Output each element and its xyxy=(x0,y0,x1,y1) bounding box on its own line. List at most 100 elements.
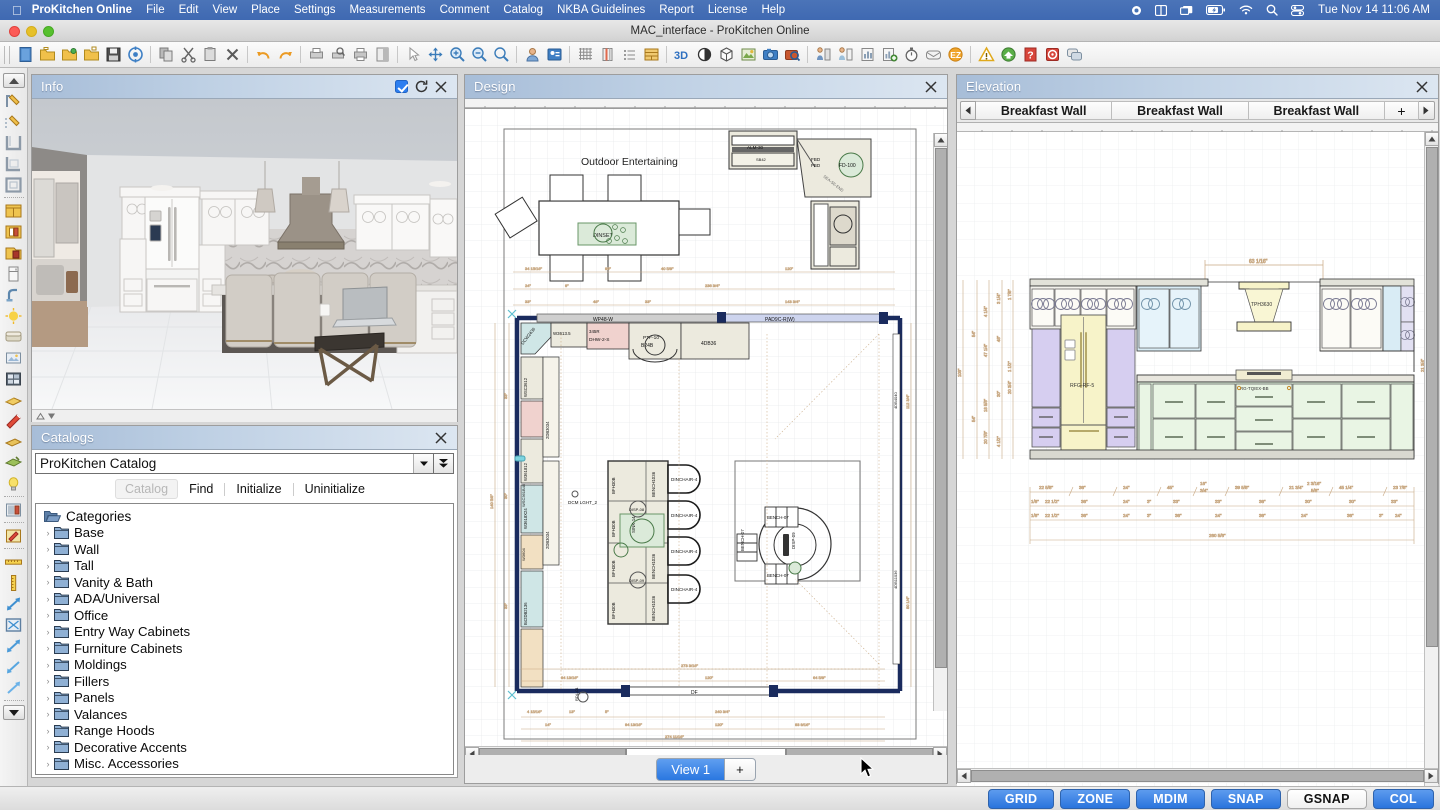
menu-item-catalog[interactable]: Catalog xyxy=(503,4,543,16)
shading-icon[interactable] xyxy=(693,44,715,66)
menu-item-place[interactable]: Place xyxy=(251,4,280,16)
elevation-tab-2[interactable]: Breakfast Wall xyxy=(1112,101,1248,120)
render-icon[interactable] xyxy=(737,44,759,66)
chevron-right-icon[interactable]: › xyxy=(42,561,54,571)
status-button-mdim[interactable]: MDIM xyxy=(1136,789,1205,809)
chevron-down-icon[interactable] xyxy=(413,454,433,473)
menu-app-name[interactable]: ProKitchen Online xyxy=(32,4,132,16)
tree-item[interactable]: ›Fillers xyxy=(42,673,453,690)
cabinet-wall-icon[interactable] xyxy=(2,221,26,242)
status-button-col[interactable]: COL xyxy=(1373,789,1434,809)
paste-icon[interactable] xyxy=(199,44,221,66)
elevation-hscroll-track[interactable] xyxy=(971,770,1424,782)
save-icon[interactable] xyxy=(102,44,124,66)
elevation-add-tab-button[interactable]: + xyxy=(1385,101,1419,120)
cabinet-base-icon[interactable] xyxy=(2,200,26,221)
tree-item[interactable]: ›Base xyxy=(42,525,453,542)
menu-item-nkba-guidelines[interactable]: NKBA Guidelines xyxy=(557,4,645,16)
timer-icon[interactable] xyxy=(900,44,922,66)
copy-icon[interactable] xyxy=(155,44,177,66)
chevron-right-icon[interactable]: › xyxy=(42,726,54,736)
info-auto-update-checkbox[interactable] xyxy=(391,77,411,97)
chevron-right-icon[interactable]: › xyxy=(42,742,54,752)
chevron-right-icon[interactable]: › xyxy=(42,528,54,538)
elevation-scroll-left-button[interactable] xyxy=(957,769,971,783)
pan-move-icon[interactable] xyxy=(424,44,446,66)
elevation-person2-icon[interactable] xyxy=(834,44,856,66)
zoom-window-icon[interactable] xyxy=(490,44,512,66)
design-vertical-scrollbar[interactable] xyxy=(933,133,947,711)
target-red-icon[interactable] xyxy=(1041,44,1063,66)
faucet-icon[interactable] xyxy=(2,284,26,305)
elevation-scroll-up-button[interactable] xyxy=(1425,132,1439,146)
menu-item-comment[interactable]: Comment xyxy=(440,4,490,16)
chevron-right-icon[interactable]: › xyxy=(42,643,54,653)
room-square-icon[interactable] xyxy=(2,174,26,195)
email-icon[interactable] xyxy=(922,44,944,66)
customer-card-icon[interactable] xyxy=(543,44,565,66)
status-button-gsnap[interactable]: GSNAP xyxy=(1287,789,1367,809)
tree-item[interactable]: ›ADA/Universal xyxy=(42,591,453,608)
chevron-right-icon[interactable]: › xyxy=(42,544,54,554)
tree-item[interactable]: ›Entry Way Cabinets xyxy=(42,624,453,641)
print-icon[interactable] xyxy=(349,44,371,66)
menu-item-edit[interactable]: Edit xyxy=(179,4,199,16)
undo-icon[interactable] xyxy=(252,44,274,66)
minimize-window-button[interactable] xyxy=(26,26,37,37)
elevation-drawing-canvas[interactable]: 63 1/16" xyxy=(957,132,1438,787)
tab-initialize[interactable]: Initialize xyxy=(227,480,290,498)
light-icon[interactable] xyxy=(2,305,26,326)
door-icon[interactable] xyxy=(2,499,26,520)
tab-catalog[interactable]: Catalog xyxy=(115,479,178,499)
3d-view-icon[interactable]: 3D xyxy=(671,44,693,66)
tree-item[interactable]: ›Office xyxy=(42,607,453,624)
wall-icon[interactable] xyxy=(596,44,618,66)
chevron-right-icon[interactable]: › xyxy=(42,709,54,719)
page-setup-icon[interactable] xyxy=(371,44,393,66)
elevation-panel-close-icon[interactable] xyxy=(1412,77,1432,97)
status-button-grid[interactable]: GRID xyxy=(988,789,1054,809)
design-scroll-thumb[interactable] xyxy=(935,148,947,668)
lightbulb-icon[interactable] xyxy=(2,473,26,494)
status-button-snap[interactable]: SNAP xyxy=(1211,789,1281,809)
elevation-horizontal-scrollbar[interactable] xyxy=(957,768,1438,783)
menu-item-file[interactable]: File xyxy=(146,4,165,16)
palette-scroll-down-button[interactable] xyxy=(3,705,25,720)
window-icon[interactable] xyxy=(2,368,26,389)
cabinet-icon[interactable] xyxy=(640,44,662,66)
zoom-in-icon[interactable] xyxy=(446,44,468,66)
menu-item-help[interactable]: Help xyxy=(761,4,785,16)
catalog-select[interactable]: ProKitchen Catalog xyxy=(35,453,454,474)
catalog-category-tree[interactable]: Categories ›Base›Wall›Tall›Vanity & Bath… xyxy=(35,503,454,775)
palette-scroll-up-button[interactable] xyxy=(3,73,25,88)
tree-root-categories[interactable]: Categories xyxy=(42,508,453,525)
wifi-icon[interactable] xyxy=(1239,5,1253,16)
furniture-sofa-icon[interactable] xyxy=(2,326,26,347)
refresh-icon[interactable] xyxy=(411,77,431,97)
dimension-arrow-icon[interactable] xyxy=(2,593,26,614)
elevation-next-tab-button[interactable] xyxy=(1419,101,1435,120)
room-u-icon[interactable] xyxy=(2,132,26,153)
design-panel-close-icon[interactable] xyxy=(921,77,941,97)
ez-icon[interactable]: EZ xyxy=(944,44,966,66)
battery-charging-icon[interactable] xyxy=(1206,5,1226,15)
tree-item[interactable]: ›Furniture Cabinets xyxy=(42,640,453,657)
appliance-fridge-icon[interactable] xyxy=(2,263,26,284)
search-icon[interactable] xyxy=(1266,4,1278,16)
apple-logo-icon[interactable]:  xyxy=(6,4,32,17)
measure-icon[interactable] xyxy=(2,572,26,593)
design-floorplan-canvas[interactable]: Outdoor Entertaining DINSET xyxy=(465,108,947,748)
tree-item[interactable]: ›Wall xyxy=(42,541,453,558)
tree-item[interactable]: ›Vanity & Bath xyxy=(42,574,453,591)
chevron-right-icon[interactable]: › xyxy=(42,610,54,620)
countertop-icon[interactable] xyxy=(2,431,26,452)
elevation-prev-tab-button[interactable] xyxy=(960,101,976,120)
menu-clock[interactable]: Tue Nov 14 11:06 AM xyxy=(1318,4,1430,16)
tree-item[interactable]: ›Panels xyxy=(42,690,453,707)
save-as-folder-icon[interactable] xyxy=(80,44,102,66)
tree-item[interactable]: ›Valances xyxy=(42,706,453,723)
soffit-icon[interactable] xyxy=(2,452,26,473)
maximize-window-button[interactable] xyxy=(43,26,54,37)
ruler-icon[interactable] xyxy=(2,551,26,572)
report-add-icon[interactable] xyxy=(878,44,900,66)
